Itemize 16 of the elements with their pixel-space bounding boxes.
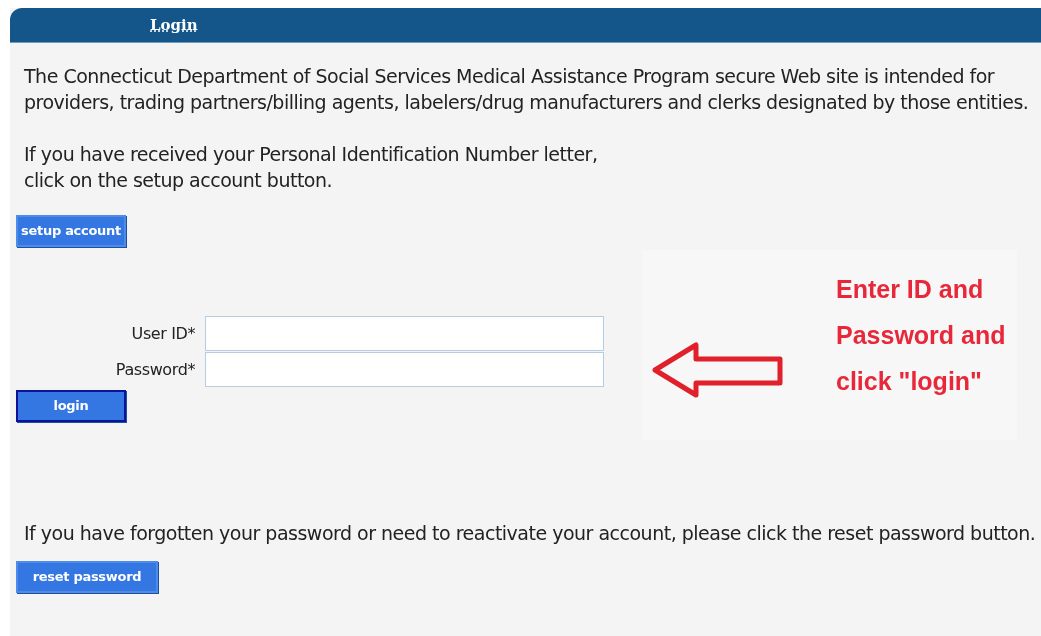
login-button[interactable]: login [16,390,126,422]
reset-text: If you have forgotten your password or need to reactivate your account, please click the reset password button. [23,521,1037,546]
input-field[interactable] [205,316,604,351]
reset-button[interactable]: reset password [16,560,158,593]
annotation-text: Password and [836,320,1006,351]
input-field[interactable] [205,352,604,387]
left-arrow-icon [652,342,784,398]
annotation-text: Enter ID and [836,274,985,305]
setup-text: If you have received your Personal Identification Number letter, [24,142,599,167]
setup-button[interactable]: setup account [16,215,126,247]
field-label: User ID* [130,322,196,345]
setup-text: click on the setup account button. [24,168,334,193]
header-title: Login [150,14,198,36]
annotation-text: click "login" [836,366,983,397]
field-label: Password* [114,358,196,381]
intro-text: The Connecticut Department of Social Services Medical Assistance Program secure Web site is intended for providers, trading partners/billing agents, labelers/drug manufacturers and clerks designated by those entities. [24,64,1030,115]
